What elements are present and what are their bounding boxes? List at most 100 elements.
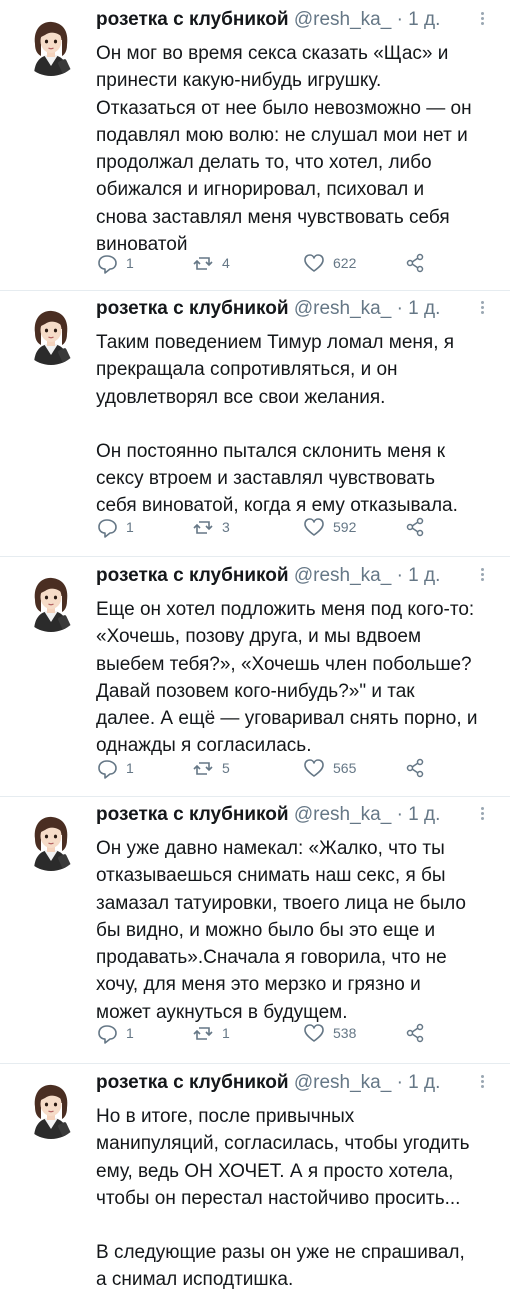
separator: · [396,804,403,825]
like-count: 592 [333,519,357,535]
reply-icon [98,1025,117,1044]
author-name[interactable]: розетка с клубникой [96,804,289,825]
tweet-text-line: чтобы он перестал настойчиво просить... [96,1187,461,1209]
author-name[interactable]: розетка с клубникой [96,298,289,319]
reply-count: 1 [126,1025,134,1041]
tweet-text-line: удовлетворял все свои желания. [96,386,386,408]
tweet-text-line: Но в итоге, после привычных [96,1106,355,1127]
tweet-text-line: продавать».Сначала я говорила, что не [96,947,447,969]
heart-icon [304,1024,324,1042]
tweet-text-line: ему, ведь ОН ХОЧЕТ. А я просто хотела, [96,1160,454,1182]
author-name[interactable]: розетка с клубникой [96,565,289,586]
tweet-divider [0,1063,510,1064]
author-handle[interactable]: @resh_ka_ [294,565,391,586]
heart-icon [304,518,324,536]
tweet-actions: 1 1 538 [96,1020,436,1046]
tweet-text-line: а снимал исподтишка. [96,1269,294,1291]
retweet-count: 3 [222,519,230,535]
tweet-text-line: принести какую-нибудь игрушку. [96,70,382,92]
like-button[interactable]: 592 [303,514,356,540]
heart-icon [304,254,324,272]
reply-icon [98,760,117,779]
tweet-text-line: хочу, для меня это мерзко и грязно и [96,974,421,996]
like-button[interactable]: 538 [303,1020,356,1046]
share-icon [406,517,424,537]
tweet-text-line: Таким поведением Тимур ломал меня, я [96,332,455,353]
tweet-actions: 1 3 592 [96,514,436,540]
author-handle[interactable]: @resh_ka_ [294,298,391,319]
tweet-text: Еще он хотел подложить меня под кого-то:… [96,596,500,760]
more-vertical-icon[interactable] [474,299,490,317]
tweet-text-line: Давай позовем кого-нибудь?»" и так [96,680,415,702]
author-handle[interactable]: @resh_ka_ [294,1072,391,1093]
like-count: 565 [333,760,357,776]
tweet-time[interactable]: 1 д. [408,1072,440,1093]
share-button[interactable] [404,514,434,540]
retweet-button[interactable]: 4 [192,250,230,276]
tweet-text-line: Отказаться от нее было невозможно — он [96,97,472,119]
reply-button[interactable]: 1 [96,1020,134,1046]
tweet-text-line: В следующие разы он уже не спрашивал, [96,1242,465,1264]
heart-icon [304,759,324,777]
tweet-text-line: сексу втроем и заставлял чувствовать [96,468,435,490]
tweet-time[interactable]: 1 д. [408,298,440,319]
share-icon [406,253,424,273]
author-name[interactable]: розетка с клубникой [96,9,289,30]
reply-button[interactable]: 1 [96,250,134,276]
avatar[interactable] [20,1077,82,1139]
avatar[interactable] [20,570,82,632]
separator: · [396,1072,403,1093]
author-handle[interactable]: @resh_ka_ [294,804,391,825]
share-icon [406,758,424,778]
tweet-time[interactable]: 1 д. [408,565,440,586]
retweet-icon [193,257,213,270]
like-count: 622 [333,255,357,271]
reply-icon [98,519,117,538]
like-button[interactable]: 565 [303,755,356,781]
more-vertical-icon[interactable] [474,10,490,28]
avatar[interactable] [20,303,82,365]
tweet-text-line: манипуляций, согласилась, чтобы угодить [96,1133,470,1155]
tweet-time[interactable]: 1 д. [408,804,440,825]
tweet-actions: 1 5 565 [96,755,436,781]
tweet-text-line: Он постоянно пытался склонить меня к [96,440,446,462]
tweet-text-line: Он мог во время секса сказать «Щас» и [96,43,449,64]
share-button[interactable] [404,250,434,276]
tweet-text-line: продолжал делать то, что хотел, либо [96,152,432,174]
separator: · [396,298,403,319]
tweet-text-line: Еще он хотел подложить меня под кого-то: [96,599,475,620]
retweet-button[interactable]: 1 [192,1020,230,1046]
author-name[interactable]: розетка с клубникой [96,1072,289,1093]
share-button[interactable] [404,1020,434,1046]
retweet-button[interactable]: 5 [192,755,230,781]
retweet-count: 4 [222,255,230,271]
retweet-icon [193,762,213,775]
tweet-text-line: подавлял мою волю: не слушал мои нет и [96,124,468,146]
tweet-header: розетка с клубникой @resh_ka_ · 1 д. [96,564,440,588]
more-vertical-icon[interactable] [474,566,490,584]
avatar[interactable] [20,14,82,76]
reply-count: 1 [126,255,134,271]
tweet-header: розетка с клубникой @resh_ka_ · 1 д. [96,803,440,827]
like-button[interactable]: 622 [303,250,356,276]
retweet-count: 5 [222,760,230,776]
author-handle[interactable]: @resh_ka_ [294,9,391,30]
more-vertical-icon[interactable] [474,1073,490,1091]
avatar[interactable] [20,809,82,871]
tweet-divider [0,290,510,291]
tweet-text-line: Он уже давно намекал: «Жалко, что ты [96,838,445,859]
reply-button[interactable]: 1 [96,514,134,540]
more-vertical-icon[interactable] [474,805,490,823]
tweet-text-line: прекращала сопротивляться, и он [96,359,398,381]
retweet-button[interactable]: 3 [192,514,230,540]
share-button[interactable] [404,755,434,781]
tweet-time[interactable]: 1 д. [408,9,440,30]
reply-button[interactable]: 1 [96,755,134,781]
tweet-header: розетка с клубникой @resh_ka_ · 1 д. [96,8,440,32]
tweet-text-line: бы видно, и можно было бы это еще и [96,919,436,941]
tweet-text-line: выебем тебя?», «Хочешь член побольше? [96,653,472,675]
tweet-divider [0,796,510,797]
retweet-icon [193,1027,213,1040]
separator: · [396,565,403,586]
